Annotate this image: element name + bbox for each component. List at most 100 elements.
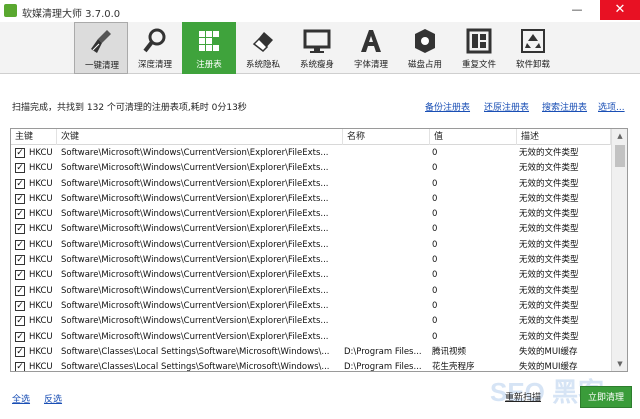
row-checkbox[interactable]: ✓ — [15, 285, 25, 296]
cell-desc: 失效的MUI缓存 — [519, 346, 578, 357]
font-a-icon — [361, 30, 381, 52]
row-checkbox[interactable]: ✓ — [15, 255, 25, 266]
tool-disk-usage[interactable]: 磁盘占用 — [398, 22, 452, 74]
cell-value: 0 — [432, 316, 438, 327]
tool-font-clean[interactable]: 字体清理 — [344, 22, 398, 74]
table-body: ✓ HKCU Software\Microsoft\Windows\CurrentV… — [11, 146, 611, 371]
table-row[interactable]: ✓ HKCU Software\Microsoft\Windows\CurrentV… — [11, 161, 611, 176]
cell-desc: 无效的文件类型 — [519, 270, 579, 281]
column-header-name[interactable]: 名称 — [343, 129, 430, 145]
tool-duplicate-files[interactable]: 重复文件 — [452, 22, 506, 74]
table-row[interactable]: ✓ HKCU Software\Classes\Local Settings\Sof… — [11, 345, 611, 360]
cell-name — [344, 177, 428, 192]
row-checkbox[interactable]: ✓ — [15, 193, 25, 204]
cell-subkey: Software\Microsoft\Windows\CurrentVersio… — [61, 285, 329, 296]
table-row[interactable]: ✓ HKCU Software\Microsoft\Windows\CurrentV… — [11, 238, 611, 253]
tool-label: 系统隐私 — [245, 60, 280, 70]
cell-subkey: Software\Microsoft\Windows\CurrentVersio… — [61, 239, 329, 250]
cell-value: 0 — [432, 148, 438, 158]
close-button[interactable]: ✕ — [600, 0, 640, 20]
table-row[interactable]: ✓ HKCU Software\Microsoft\Windows\CurrentV… — [11, 284, 611, 299]
cell-subkey: Software\Microsoft\Windows\CurrentVersio… — [61, 178, 329, 189]
tool-label: 系统瘦身 — [299, 60, 334, 70]
scroll-up-icon[interactable]: ▲ — [612, 129, 627, 143]
clean-now-button[interactable]: 立即清理 — [580, 386, 632, 408]
cell-name — [344, 222, 428, 237]
table-row[interactable]: ✓ HKCU Software\Microsoft\Windows\CurrentV… — [11, 222, 611, 237]
row-checkbox[interactable]: ✓ — [15, 224, 25, 235]
cell-name — [344, 253, 428, 268]
tool-quick-clean[interactable]: 一键清理 — [74, 22, 128, 74]
row-checkbox[interactable]: ✓ — [15, 239, 25, 250]
registry-results-table[interactable]: 主键 次键 名称 值 描述 ✓ HKCU Software\Microsoft\Wi… — [10, 128, 628, 372]
tool-registry[interactable]: 注册表 — [182, 22, 236, 74]
scan-status-text: 扫描完成，共找到 132 个可清理的注册表项,耗时 0分13秒 — [12, 103, 247, 113]
cell-name — [344, 192, 428, 207]
cell-value: 0 — [432, 163, 438, 174]
column-header-desc[interactable]: 描述 — [517, 129, 611, 145]
scroll-down-icon[interactable]: ▼ — [612, 357, 627, 371]
cell-name — [344, 238, 428, 253]
cell-name — [344, 314, 428, 329]
cell-desc: 无效的文件类型 — [519, 178, 579, 189]
cell-subkey: Software\Microsoft\Windows\CurrentVersio… — [61, 300, 329, 311]
cell-desc: 无效的文件类型 — [519, 209, 579, 220]
monitor-icon — [303, 29, 331, 53]
table-row[interactable]: ✓ HKCU Software\Classes\Local Settings\Sof… — [11, 360, 611, 371]
table-row[interactable]: ✓ HKCU Software\Microsoft\Windows\CurrentV… — [11, 299, 611, 314]
cell-value: 0 — [432, 239, 438, 250]
options-link[interactable]: 选项... — [598, 100, 625, 113]
eraser-icon — [252, 32, 273, 52]
tool-label: 深度清理 — [137, 60, 172, 70]
row-checkbox[interactable]: ✓ — [15, 346, 25, 357]
cell-subkey: Software\Microsoft\Windows\CurrentVersio… — [61, 224, 329, 235]
select-all-link[interactable]: 全选 — [12, 392, 30, 405]
cell-name: D:\Program Files... — [344, 346, 422, 357]
cell-subkey: Software\Microsoft\Windows\CurrentVersio… — [61, 255, 329, 266]
column-header-key[interactable]: 主键 — [11, 129, 57, 145]
row-checkbox[interactable]: ✓ — [15, 178, 25, 189]
cell-subkey: Software\Classes\Local Settings\Software… — [61, 346, 330, 357]
row-checkbox[interactable]: ✓ — [15, 300, 25, 311]
cell-value: 0 — [432, 193, 438, 204]
cell-desc: 无效的文件类型 — [519, 148, 579, 158]
minimize-button[interactable]: — — [564, 0, 590, 20]
scroll-thumb[interactable] — [615, 145, 625, 167]
tool-deep-clean[interactable]: 深度清理 — [128, 22, 182, 74]
row-checkbox[interactable]: ✓ — [15, 362, 25, 371]
row-checkbox[interactable]: ✓ — [15, 163, 25, 174]
cell-name — [344, 161, 428, 176]
table-row[interactable]: ✓ HKCU Software\Microsoft\Windows\CurrentV… — [11, 177, 611, 192]
column-header-subkey[interactable]: 次键 — [57, 129, 343, 145]
table-row[interactable]: ✓ HKCU Software\Microsoft\Windows\CurrentV… — [11, 253, 611, 268]
column-header-value[interactable]: 值 — [430, 129, 517, 145]
vertical-scrollbar[interactable]: ▲ ▼ — [611, 129, 627, 371]
table-row[interactable]: ✓ HKCU Software\Microsoft\Windows\CurrentV… — [11, 207, 611, 222]
table-row[interactable]: ✓ HKCU Software\Microsoft\Windows\CurrentV… — [11, 146, 611, 161]
cell-subkey: Software\Microsoft\Windows\CurrentVersio… — [61, 193, 329, 204]
backup-registry-link[interactable]: 备份注册表 — [425, 100, 470, 113]
rescan-button[interactable]: 重新扫描 — [505, 390, 541, 403]
cell-value: 0 — [432, 300, 438, 311]
table-row[interactable]: ✓ HKCU Software\Microsoft\Windows\CurrentV… — [11, 314, 611, 329]
cell-name — [344, 299, 428, 314]
search-registry-link[interactable]: 搜索注册表 — [542, 100, 587, 113]
tool-uninstall[interactable]: 软件卸载 — [506, 22, 560, 74]
tool-privacy[interactable]: 系统隐私 — [236, 22, 290, 74]
cell-name — [344, 146, 428, 161]
cell-value: 0 — [432, 331, 438, 342]
registry-grid-icon — [199, 31, 219, 51]
cell-desc: 无效的文件类型 — [519, 255, 579, 266]
row-checkbox[interactable]: ✓ — [15, 148, 25, 158]
table-row[interactable]: ✓ HKCU Software\Microsoft\Windows\CurrentV… — [11, 192, 611, 207]
table-row[interactable]: ✓ HKCU Software\Microsoft\Windows\CurrentV… — [11, 268, 611, 283]
row-checkbox[interactable]: ✓ — [15, 209, 25, 220]
row-checkbox[interactable]: ✓ — [15, 331, 25, 342]
invert-selection-link[interactable]: 反选 — [44, 392, 62, 405]
table-row[interactable]: ✓ HKCU Software\Microsoft\Windows\CurrentV… — [11, 330, 611, 345]
restore-registry-link[interactable]: 还原注册表 — [484, 100, 529, 113]
tool-slim[interactable]: 系统瘦身 — [290, 22, 344, 74]
row-checkbox[interactable]: ✓ — [15, 316, 25, 327]
cell-desc: 无效的文件类型 — [519, 163, 579, 174]
row-checkbox[interactable]: ✓ — [15, 270, 25, 281]
